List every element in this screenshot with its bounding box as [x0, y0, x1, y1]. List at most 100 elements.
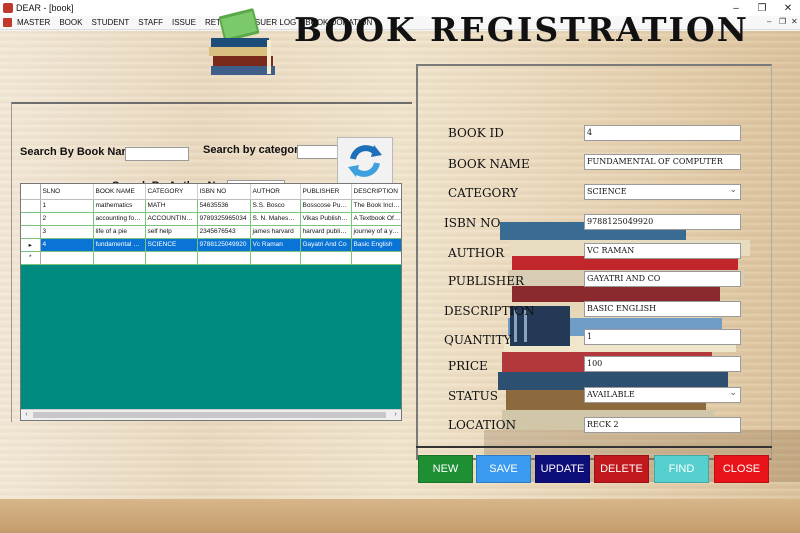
search-book-name-label: Search By Book Name [20, 146, 138, 158]
table-cell[interactable]: journey of a youn... [351, 225, 401, 239]
description-label: DESCRIPTION [444, 304, 535, 318]
table-cell[interactable]: 9789325965034 [197, 212, 251, 226]
child-minimize-icon[interactable]: – [767, 17, 771, 26]
table-cell[interactable]: 9788125049920 [197, 238, 251, 252]
table-row[interactable]: 3 life of a pie self help 2345676543 jam… [21, 225, 401, 239]
table-cell[interactable]: A Textbook Of A... [351, 212, 401, 226]
table-row[interactable]: 2 accounting for m... ACCOUNTING &... 97… [21, 212, 401, 226]
child-restore-icon[interactable]: ❐ [779, 17, 786, 26]
wood-floor [0, 499, 800, 533]
category-select-value: SCIENCE [587, 187, 627, 196]
menu-book[interactable]: BOOK [59, 18, 82, 27]
table-cell[interactable]: Vc Raman [250, 238, 301, 252]
table-cell[interactable]: self help [145, 225, 198, 239]
column-header[interactable]: CATEGORY [145, 184, 198, 200]
window-title: DEAR - [book] [16, 3, 74, 13]
table-cell[interactable] [93, 251, 146, 265]
new-row-marker-icon[interactable]: * [21, 251, 41, 265]
page-title: BOOK REGISTRATION [294, 10, 749, 49]
table-cell[interactable]: Vikas Publishing ... [300, 212, 352, 226]
scroll-right-icon[interactable]: › [390, 410, 401, 420]
table-cell[interactable]: 2345676543 [197, 225, 251, 239]
table-new-row[interactable]: * [21, 251, 401, 265]
row-header[interactable] [21, 212, 41, 226]
book-name-field[interactable]: FUNDAMENTAL OF COMPUTER [584, 154, 741, 170]
row-header[interactable] [21, 225, 41, 239]
description-field[interactable]: BASIC ENGLISH [584, 301, 741, 317]
scroll-left-icon[interactable]: ‹ [21, 410, 32, 420]
column-header[interactable]: PUBLISHER [300, 184, 352, 200]
column-header[interactable]: ISBN NO [197, 184, 251, 200]
table-cell[interactable]: ACCOUNTING &... [145, 212, 198, 226]
price-field[interactable]: 100 [584, 356, 741, 372]
column-header[interactable]: DESCRIPTION [351, 184, 401, 200]
category-select[interactable]: SCIENCE [584, 184, 741, 200]
author-label: AUTHOR [448, 246, 505, 260]
column-header[interactable]: AUTHOR [250, 184, 301, 200]
current-row-marker-icon[interactable]: ▸ [21, 238, 41, 252]
horizontal-scrollbar[interactable]: ‹ › [21, 409, 401, 420]
table-cell[interactable] [300, 251, 352, 265]
table-cell[interactable]: 2 [40, 212, 94, 226]
restore-icon[interactable]: ❐ [748, 0, 776, 16]
menu-staff[interactable]: STAFF [138, 18, 163, 27]
table-cell[interactable] [197, 251, 251, 265]
location-field[interactable]: RECK 2 [584, 417, 741, 433]
find-button[interactable]: FIND [654, 455, 709, 483]
table-cell[interactable] [351, 251, 401, 265]
refresh-button[interactable] [337, 137, 393, 185]
column-header[interactable]: BOOK NAME [93, 184, 146, 200]
save-button[interactable]: SAVE [476, 455, 531, 483]
menu-student[interactable]: STUDENT [91, 18, 129, 27]
quantity-field[interactable]: 1 [584, 329, 741, 345]
table-cell[interactable] [250, 251, 301, 265]
book-id-field[interactable]: 4 [584, 125, 741, 141]
scrollbar-thumb[interactable] [33, 412, 386, 418]
row-header[interactable] [21, 199, 41, 213]
delete-button[interactable]: DELETE [594, 455, 649, 483]
table-cell[interactable]: life of a pie [93, 225, 146, 239]
publisher-field[interactable]: GAYATRI AND CO [584, 271, 741, 287]
books-grid[interactable]: SLNO BOOK NAME CATEGORY ISBN NO AUTHOR P… [20, 183, 402, 421]
table-cell[interactable]: MATH [145, 199, 198, 213]
update-button[interactable]: UPDATE [535, 455, 590, 483]
table-cell[interactable]: accounting for m... [93, 212, 146, 226]
menu-master[interactable]: MASTER [17, 18, 50, 27]
column-header[interactable]: SLNO [40, 184, 94, 200]
table-cell[interactable]: james harvard [250, 225, 301, 239]
refresh-icon [348, 145, 382, 177]
search-book-name-input[interactable] [125, 147, 189, 161]
table-cell[interactable]: S.S. Bosco [250, 199, 301, 213]
table-cell[interactable]: 1 [40, 199, 94, 213]
category-label: CATEGORY [448, 186, 518, 200]
table-cell[interactable]: 4 [40, 238, 94, 252]
table-row[interactable]: 1 mathematics MATH 54635536 S.S. Bosco B… [21, 199, 401, 213]
close-button[interactable]: CLOSE [714, 455, 769, 483]
books-table: SLNO BOOK NAME CATEGORY ISBN NO AUTHOR P… [21, 184, 401, 265]
quantity-label: QUANTITY [444, 333, 512, 347]
table-cell[interactable]: S. N. Maheshwar... [250, 212, 301, 226]
table-cell[interactable]: fundamental of c... [93, 238, 146, 252]
table-cell[interactable]: harvard publishers [300, 225, 352, 239]
child-close-icon[interactable]: ✕ [791, 17, 798, 26]
table-cell[interactable]: SCIENCE [145, 238, 198, 252]
table-cell[interactable]: Bosscose Publica... [300, 199, 352, 213]
table-cell[interactable] [40, 251, 94, 265]
new-button[interactable]: NEW [418, 455, 473, 483]
publisher-label: PUBLISHER [448, 274, 524, 288]
author-field[interactable]: VC RAMAN [584, 243, 741, 259]
table-cell[interactable]: Gayatri And Co [300, 238, 352, 252]
close-icon[interactable]: ✕ [774, 0, 800, 16]
table-cell[interactable]: 54635536 [197, 199, 251, 213]
table-cell[interactable]: Basic English [351, 238, 401, 252]
table-cell[interactable]: 3 [40, 225, 94, 239]
mdi-child-icon [3, 18, 12, 27]
table-cell[interactable]: The Book Includ... [351, 199, 401, 213]
isbn-field[interactable]: 9788125049920 [584, 214, 741, 230]
table-row-selected[interactable]: ▸ 4 fundamental of c... SCIENCE 97881250… [21, 238, 401, 252]
menu-issue[interactable]: ISSUE [172, 18, 196, 27]
status-select[interactable]: AVAILABLE [584, 387, 741, 403]
table-cell[interactable] [145, 251, 198, 265]
books-logo-icon [209, 8, 275, 75]
table-cell[interactable]: mathematics [93, 199, 146, 213]
